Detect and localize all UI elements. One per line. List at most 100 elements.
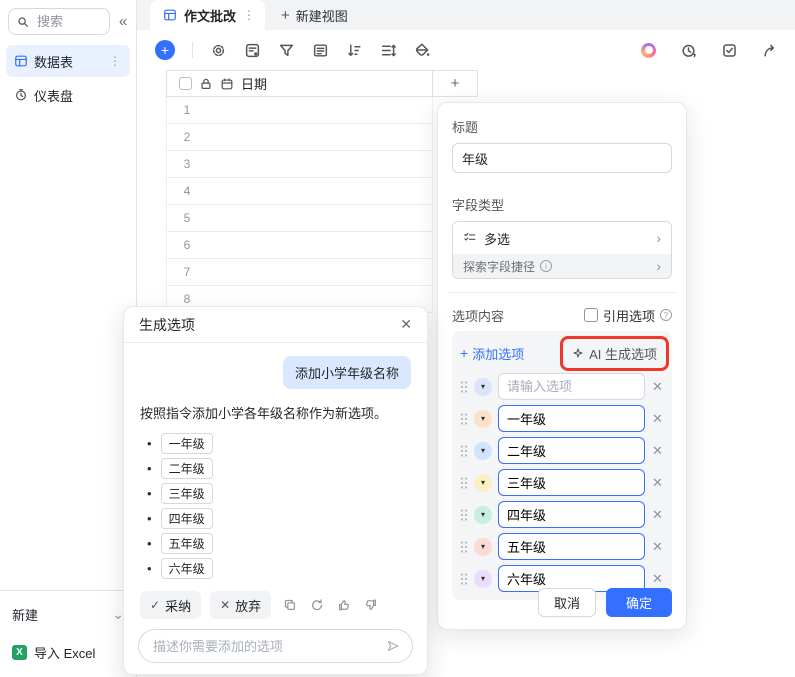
triangle-down-icon: ▾ <box>480 381 485 391</box>
option-row: ▾ ✕ <box>460 373 664 400</box>
row-number: 1 <box>183 103 191 117</box>
generated-option-tag: 二年级 <box>160 458 213 479</box>
cancel-button[interactable]: 取消 <box>538 588 596 617</box>
drag-handle-icon[interactable] <box>460 444 468 458</box>
row-number: 8 <box>183 292 191 306</box>
multi-select-icon <box>464 233 476 241</box>
triangle-down-icon: ▾ <box>480 477 485 487</box>
settings-gear-icon[interactable] <box>210 42 227 59</box>
share-arrow-icon[interactable] <box>762 42 779 59</box>
search-box[interactable] <box>8 8 110 35</box>
card-view-icon[interactable] <box>312 42 329 59</box>
search-input[interactable] <box>35 13 102 30</box>
table-row[interactable]: 7 <box>166 259 433 286</box>
regenerate-icon[interactable] <box>310 598 324 612</box>
table-row[interactable]: 3 <box>166 151 433 178</box>
remove-option-icon[interactable]: ✕ <box>651 571 664 587</box>
row-height-icon[interactable] <box>380 42 397 59</box>
option-color-dropdown[interactable]: ▾ <box>474 473 492 492</box>
field-type-select[interactable]: 多选 › <box>453 222 671 254</box>
table-row[interactable]: 1 <box>166 97 433 124</box>
new-section-label: 新建 <box>12 607 39 623</box>
option-input[interactable] <box>498 405 645 432</box>
option-input[interactable] <box>498 437 645 464</box>
confirm-button[interactable]: 确定 <box>606 588 672 617</box>
dialog-title: 生成选项 <box>139 316 195 333</box>
drag-handle-icon[interactable] <box>460 380 468 394</box>
close-icon[interactable]: ✕ <box>400 316 412 333</box>
question-icon: ? <box>660 309 672 321</box>
table-row[interactable]: 5 <box>166 205 433 232</box>
option-input[interactable] <box>498 501 645 528</box>
generated-option-item: • 四年级 <box>140 506 411 531</box>
generated-option-tag: 六年级 <box>160 558 213 579</box>
generated-option-item: • 三年级 <box>140 481 411 506</box>
thumb-down-icon[interactable] <box>364 598 378 612</box>
option-input[interactable] <box>498 373 645 400</box>
reference-options-checkbox[interactable] <box>583 308 598 322</box>
tab-new-view[interactable]: + 新建视图 <box>265 0 364 30</box>
title-label: 标题 <box>452 120 479 135</box>
remove-option-icon[interactable]: ✕ <box>651 411 664 427</box>
remove-option-icon[interactable]: ✕ <box>651 379 664 395</box>
reference-options-toggle[interactable]: 引用选项 ? <box>583 306 672 325</box>
discard-button[interactable]: ✕ 放弃 <box>210 591 272 619</box>
option-color-dropdown[interactable]: ▾ <box>474 441 492 460</box>
send-icon[interactable] <box>386 639 400 653</box>
field-shortcut-row[interactable]: 探索字段捷径 i › <box>453 254 671 278</box>
remove-option-icon[interactable]: ✕ <box>651 475 664 491</box>
tab-essay-grading[interactable]: 作文批改 ⋮ <box>150 0 266 30</box>
drag-handle-icon[interactable] <box>460 476 468 490</box>
option-color-dropdown[interactable]: ▾ <box>474 409 492 428</box>
field-title-input[interactable] <box>452 143 672 173</box>
field-shortcut-label: 探索字段捷径 <box>463 259 536 274</box>
prompt-input-box[interactable] <box>138 629 413 663</box>
drag-handle-icon[interactable] <box>460 572 468 586</box>
generated-option-tag: 五年级 <box>160 533 213 554</box>
option-color-dropdown[interactable]: ▾ <box>474 537 492 556</box>
column-header-label: 日期 <box>241 77 268 92</box>
new-section-toggle[interactable]: 新建 ⌄ <box>12 603 124 625</box>
copy-icon[interactable] <box>283 598 297 612</box>
dashboard-clock-icon <box>16 89 26 101</box>
column-header-date[interactable]: 日期 <box>166 70 433 97</box>
table-row[interactable]: 6 <box>166 232 433 259</box>
task-checkbox-icon[interactable] <box>721 42 738 59</box>
add-record-button[interactable]: + <box>155 40 175 60</box>
drag-handle-icon[interactable] <box>460 412 468 426</box>
add-option-button[interactable]: + 添加选项 <box>460 344 524 363</box>
paint-bucket-icon[interactable] <box>414 42 431 59</box>
collapse-sidebar-icon[interactable]: « <box>115 13 131 30</box>
tab-label: 新建视图 <box>295 8 348 24</box>
remove-option-icon[interactable]: ✕ <box>651 507 664 523</box>
option-color-dropdown[interactable]: ▾ <box>474 377 492 396</box>
history-clock-icon[interactable] <box>680 42 697 59</box>
table-icon <box>15 55 27 67</box>
option-color-dropdown[interactable]: ▾ <box>474 505 492 524</box>
add-column-button[interactable]: + <box>433 70 478 97</box>
thumb-up-icon[interactable] <box>337 598 351 612</box>
drag-handle-icon[interactable] <box>460 508 468 522</box>
remove-option-icon[interactable]: ✕ <box>651 443 664 459</box>
accept-button[interactable]: ✓ 采纳 <box>140 591 202 619</box>
filter-icon[interactable] <box>278 42 295 59</box>
remove-option-icon[interactable]: ✕ <box>651 539 664 555</box>
sidebar-item-datatable[interactable]: 数据表 ⋮ <box>6 45 130 77</box>
generated-option-item: • 一年级 <box>140 431 411 456</box>
field-config-icon[interactable] <box>244 42 261 59</box>
ai-assistant-icon[interactable] <box>641 42 656 58</box>
ai-generate-options-button-highlighted[interactable]: AI 生成选项 <box>560 335 669 371</box>
table-row[interactable]: 4 <box>166 178 433 205</box>
import-excel-button[interactable]: X 导入 Excel <box>12 641 124 663</box>
select-all-checkbox[interactable] <box>179 77 192 90</box>
sort-icon[interactable] <box>346 42 363 59</box>
more-icon[interactable]: ⋮ <box>109 54 122 68</box>
option-input[interactable] <box>498 533 645 560</box>
option-color-dropdown[interactable]: ▾ <box>474 569 492 588</box>
drag-handle-icon[interactable] <box>460 540 468 554</box>
option-input[interactable] <box>498 469 645 496</box>
prompt-input[interactable] <box>151 637 378 655</box>
table-row[interactable]: 2 <box>166 124 433 151</box>
more-icon[interactable]: ⋮ <box>243 8 255 22</box>
sidebar-item-dashboard[interactable]: 仪表盘 <box>6 79 130 111</box>
